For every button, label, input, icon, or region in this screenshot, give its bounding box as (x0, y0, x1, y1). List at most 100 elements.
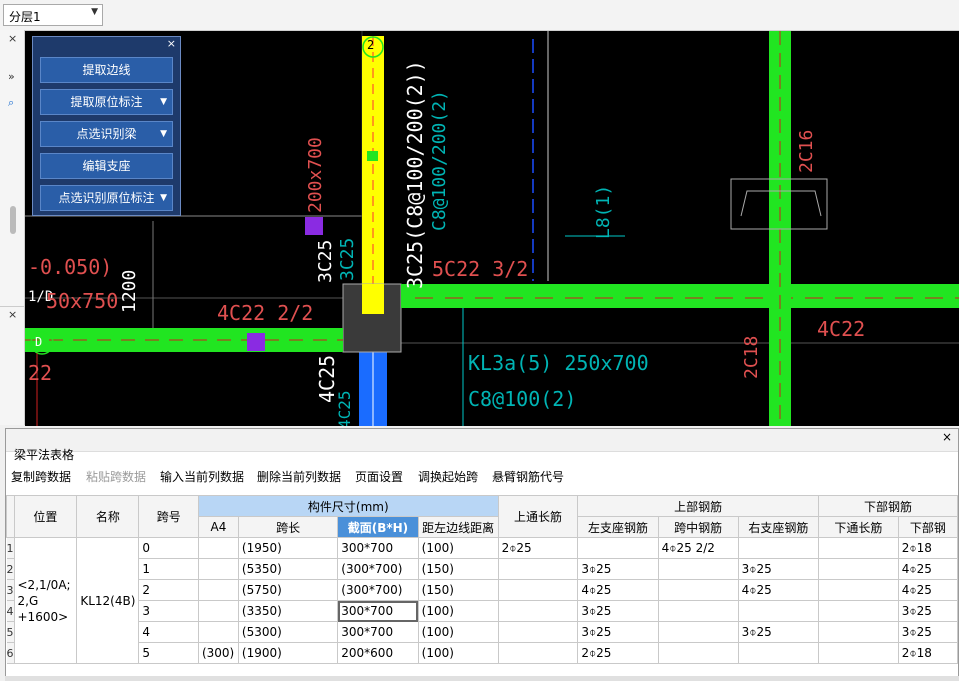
close-icon[interactable]: × (8, 308, 17, 321)
name-cell[interactable]: KL12(4B) (76, 537, 140, 664)
table-row[interactable]: 3 2 (5750) (300*700) (150) 4⌽25 4⌽25 4⌽25 (6, 579, 959, 601)
bottom-rebar-cell[interactable]: 4⌽25 (897, 558, 959, 580)
green-beam-kl3a[interactable] (401, 284, 959, 308)
top-through-cell[interactable]: 2⌽25 (497, 537, 579, 559)
top-through-cell[interactable] (497, 642, 579, 664)
span-length-cell[interactable]: (1950) (237, 537, 339, 559)
col-group-bottom-rebar[interactable]: 下部钢筋 (817, 495, 959, 517)
span-number-cell[interactable]: 3 (138, 600, 199, 622)
page-setup-button[interactable]: 页面设置 (355, 468, 403, 485)
col-header-left-support[interactable]: 左支座钢筋 (577, 516, 659, 538)
edit-support-button[interactable]: 编辑支座 (40, 153, 173, 179)
mid-span-cell[interactable]: 4⌽25 2/2 (657, 537, 739, 559)
right-support-cell[interactable] (737, 537, 819, 559)
a4-cell[interactable]: (300) (197, 642, 239, 664)
left-support-cell[interactable] (577, 537, 659, 559)
left-support-cell[interactable]: 3⌽25 (577, 600, 659, 622)
paste-span-button[interactable]: 粘贴跨数据 (86, 468, 146, 485)
span-number-cell[interactable]: 4 (138, 621, 199, 643)
edge-distance-cell[interactable]: (100) (417, 600, 499, 622)
span-length-cell[interactable]: (5350) (237, 558, 339, 580)
right-support-cell[interactable] (737, 600, 819, 622)
chevron-down-icon[interactable]: ▼ (160, 90, 167, 114)
a4-cell[interactable] (197, 537, 239, 559)
table-row[interactable]: 4 3 (3350) 300*700 (100) 3⌽25 3⌽25 (6, 600, 959, 622)
col-header-span-no[interactable]: 跨号 (138, 495, 199, 538)
extract-annotation-button[interactable]: 提取原位标注 ▼ (40, 89, 173, 115)
section-cell[interactable]: (300*700) (337, 558, 419, 580)
input-column-button[interactable]: 输入当前列数据 (160, 468, 244, 485)
bottom-through-cell[interactable] (817, 558, 899, 580)
mid-span-cell[interactable] (657, 558, 739, 580)
edge-distance-cell[interactable]: (100) (417, 642, 499, 664)
edge-distance-cell[interactable]: (150) (417, 558, 499, 580)
right-support-cell[interactable] (737, 642, 819, 664)
close-icon[interactable]: × (942, 430, 952, 444)
top-through-cell[interactable] (497, 579, 579, 601)
swap-start-span-button[interactable]: 调换起始跨 (418, 468, 478, 485)
mid-span-cell[interactable] (657, 600, 739, 622)
copy-span-button[interactable]: 复制跨数据 (11, 468, 71, 485)
bottom-through-cell[interactable] (817, 621, 899, 643)
a4-cell[interactable] (197, 621, 239, 643)
section-cell[interactable]: 300*700 (337, 537, 419, 559)
bottom-through-cell[interactable] (817, 600, 899, 622)
horizontal-scrollbar[interactable] (5, 676, 959, 681)
chevron-down-icon[interactable]: ▼ (160, 122, 167, 146)
col-header-position[interactable]: 位置 (13, 495, 78, 538)
bottom-rebar-cell[interactable]: 3⌽25 (897, 621, 959, 643)
section-cell[interactable]: 200*600 (337, 642, 419, 664)
span-number-cell[interactable]: 5 (138, 642, 199, 664)
col-group-dims[interactable]: 构件尺寸(mm) (197, 495, 499, 517)
extract-edge-button[interactable]: 提取边线 (40, 57, 173, 83)
bottom-through-cell[interactable] (817, 642, 899, 664)
col-header-a4[interactable]: A4 (197, 516, 239, 538)
chevron-down-icon[interactable]: ▼ (160, 186, 167, 210)
col-header-mid-span[interactable]: 跨中钢筋 (657, 516, 739, 538)
bottom-rebar-cell[interactable]: 3⌽25 (897, 600, 959, 622)
bottom-rebar-cell[interactable]: 2⌽18 (897, 537, 959, 559)
col-header-top-through[interactable]: 上通长筋 (497, 495, 579, 538)
delete-column-button[interactable]: 删除当前列数据 (257, 468, 341, 485)
mid-span-cell[interactable] (657, 621, 739, 643)
pick-identify-beam-button[interactable]: 点选识别梁 ▼ (40, 121, 173, 147)
left-support-cell[interactable]: 4⌽25 (577, 579, 659, 601)
support-marker[interactable] (305, 217, 323, 235)
a4-cell[interactable] (197, 558, 239, 580)
table-row[interactable]: 1 <2,1/0A; 2,G +1600> KL12(4B) 0 (1950) 300*7… (6, 537, 959, 664)
table-row[interactable]: 6 5 (300) (1900) 200*600 (100) 2⌽25 2⌽18 (6, 642, 959, 664)
section-cell[interactable]: (300*700) (337, 579, 419, 601)
left-support-cell[interactable]: 3⌽25 (577, 558, 659, 580)
edge-distance-cell[interactable]: (100) (417, 537, 499, 559)
mid-span-cell[interactable] (657, 642, 739, 664)
span-number-cell[interactable]: 0 (138, 537, 199, 559)
col-header-bottom-through[interactable]: 下通长筋 (817, 516, 899, 538)
expand-icon[interactable]: » (8, 70, 15, 83)
span-number-cell[interactable]: 2 (138, 579, 199, 601)
span-number-cell[interactable]: 1 (138, 558, 199, 580)
left-support-cell[interactable]: 2⌽25 (577, 642, 659, 664)
support-marker[interactable] (247, 333, 265, 351)
mid-span-cell[interactable] (657, 579, 739, 601)
edge-distance-cell[interactable]: (100) (417, 621, 499, 643)
span-length-cell[interactable]: (5750) (237, 579, 339, 601)
a4-cell[interactable] (197, 579, 239, 601)
span-length-cell[interactable]: (5300) (237, 621, 339, 643)
bottom-through-cell[interactable] (817, 579, 899, 601)
bottom-rebar-cell[interactable]: 2⌽18 (897, 642, 959, 664)
edge-distance-cell[interactable]: (150) (417, 579, 499, 601)
col-header-right-support[interactable]: 右支座钢筋 (737, 516, 819, 538)
bottom-rebar-cell[interactable]: 4⌽25 (897, 579, 959, 601)
span-length-cell[interactable]: (1900) (237, 642, 339, 664)
grip-point[interactable] (367, 151, 378, 161)
right-support-cell[interactable]: 4⌽25 (737, 579, 819, 601)
col-header-section[interactable]: 截面(B*H) (337, 516, 419, 538)
left-support-cell[interactable]: 3⌽25 (577, 621, 659, 643)
col-group-top-rebar[interactable]: 上部钢筋 (577, 495, 819, 517)
table-row[interactable]: 2 1 (5350) (300*700) (150) 3⌽25 3⌽25 4⌽25 (6, 558, 959, 580)
top-through-cell[interactable] (497, 558, 579, 580)
span-length-cell[interactable]: (3350) (237, 600, 339, 622)
table-row[interactable]: 5 4 (5300) 300*700 (100) 3⌽25 3⌽25 3⌽25 (6, 621, 959, 643)
right-support-cell[interactable]: 3⌽25 (737, 621, 819, 643)
right-support-cell[interactable]: 3⌽25 (737, 558, 819, 580)
